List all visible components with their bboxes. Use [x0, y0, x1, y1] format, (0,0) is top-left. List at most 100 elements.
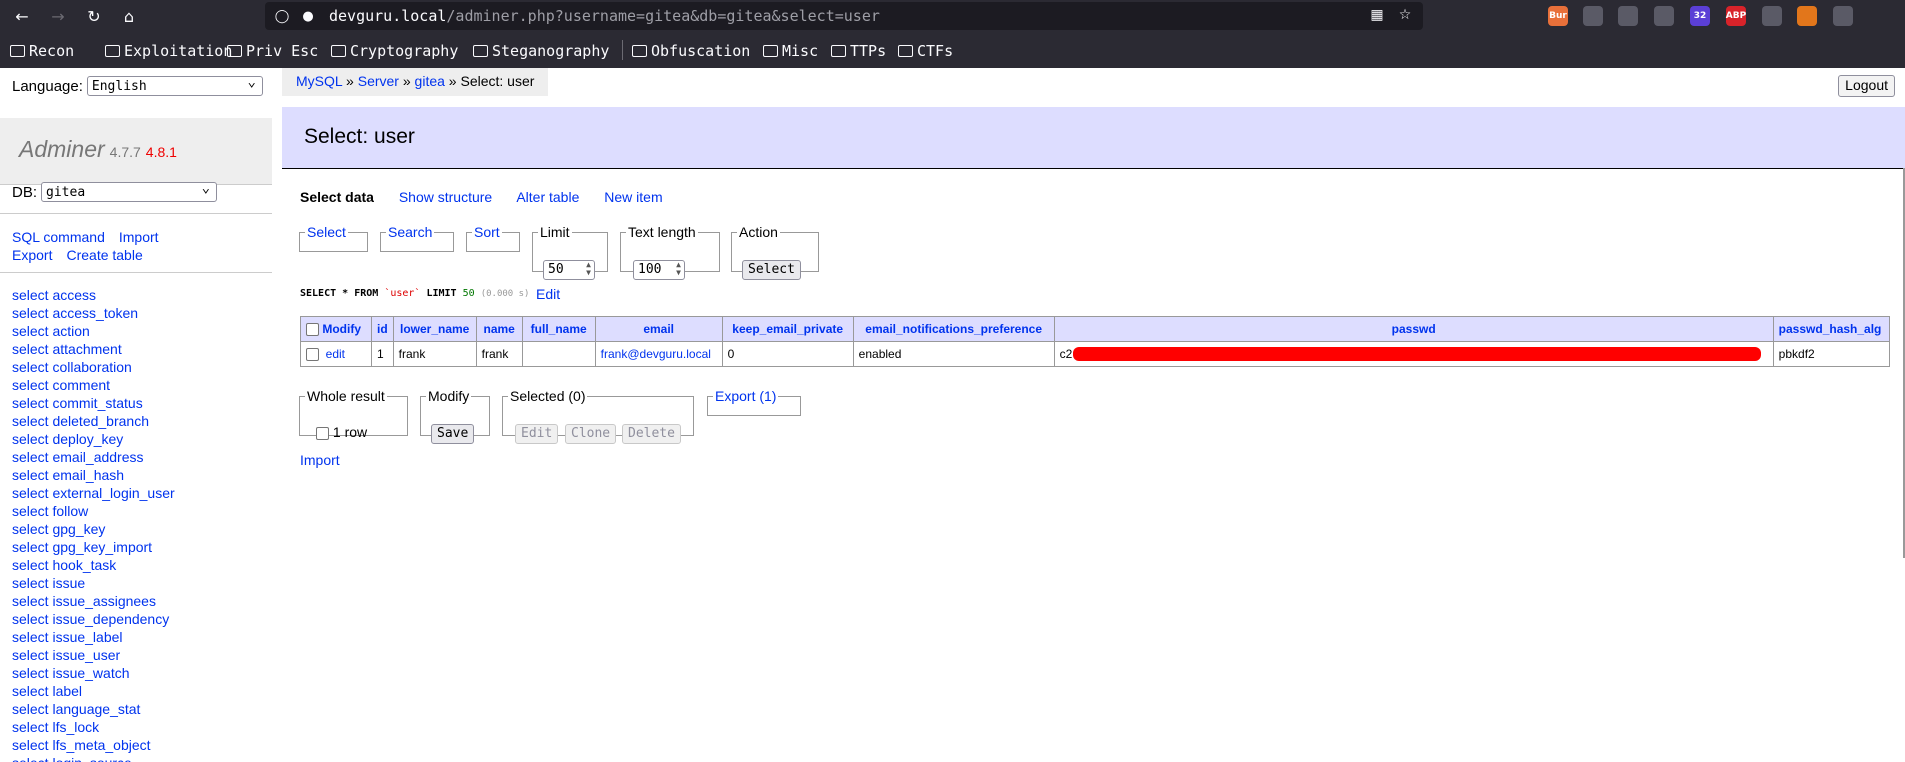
home-icon[interactable]: ⌂: [117, 4, 141, 28]
adblock-extension-icon[interactable]: ABP: [1726, 6, 1746, 26]
breadcrumb-mysql[interactable]: MySQL: [296, 73, 342, 89]
table-select-link[interactable]: select access_token: [12, 305, 138, 321]
table-select-link[interactable]: select comment: [12, 377, 110, 393]
table-select-link[interactable]: select gpg_key_import: [12, 539, 152, 555]
cell-passwd-hash-algo[interactable]: pbkdf2: [1772, 341, 1890, 367]
table-select-link[interactable]: select email_hash: [12, 467, 124, 483]
export-link[interactable]: Export (1): [715, 388, 776, 404]
back-icon[interactable]: ←: [10, 4, 34, 28]
column-header-link[interactable]: keep_email_private: [732, 322, 843, 336]
table-select-link[interactable]: select follow: [12, 503, 88, 519]
cell-lower-name[interactable]: frank: [392, 341, 477, 367]
create-table-link[interactable]: Create table: [66, 247, 142, 263]
column-header-link[interactable]: email: [643, 322, 674, 336]
clone-button[interactable]: Clone: [565, 424, 617, 444]
table-select-link[interactable]: select language_stat: [12, 701, 140, 717]
table-select-link[interactable]: select access: [12, 287, 96, 303]
table-select-link[interactable]: select deploy_key: [12, 431, 123, 447]
row-checkbox[interactable]: [306, 348, 319, 362]
select-button[interactable]: Select: [742, 260, 801, 280]
column-header[interactable]: email_notifications_preference: [852, 316, 1055, 342]
show-structure-link[interactable]: Show structure: [399, 189, 492, 205]
vpn-extension-icon[interactable]: 32: [1690, 6, 1710, 26]
sql-edit-link[interactable]: Edit: [536, 286, 560, 302]
bookmark-obfuscation[interactable]: Obfuscation: [632, 42, 750, 60]
bookmark-priv-esc[interactable]: Priv Esc: [227, 42, 318, 60]
table-select-link[interactable]: select login_source: [12, 755, 132, 762]
table-select-link[interactable]: select issue_user: [12, 647, 120, 663]
foxyproxy-extension-icon[interactable]: [1654, 6, 1674, 26]
column-header-link[interactable]: passwd_hash_alg: [1779, 322, 1882, 336]
breadcrumb-server[interactable]: Server: [358, 73, 399, 89]
breadcrumb-db[interactable]: gitea: [415, 73, 445, 89]
limit-input[interactable]: 50 ▲ ▼: [543, 260, 595, 280]
column-header[interactable]: name: [475, 316, 523, 342]
table-select-link[interactable]: select issue: [12, 575, 85, 591]
table-select-link[interactable]: select attachment: [12, 341, 122, 357]
burp-extension-icon[interactable]: Bur: [1548, 6, 1568, 26]
cell-email-notifications[interactable]: enabled: [852, 341, 1055, 367]
table-select-link[interactable]: select lfs_meta_object: [12, 737, 151, 753]
table-select-link[interactable]: select issue_dependency: [12, 611, 169, 627]
column-header-link[interactable]: full_name: [531, 322, 587, 336]
bookmark-steganography[interactable]: Steganography: [473, 42, 609, 60]
import-link[interactable]: Import: [119, 229, 159, 245]
alter-table-link[interactable]: Alter table: [516, 189, 579, 205]
spinner-icon[interactable]: ▲ ▼: [586, 261, 591, 277]
puzzle-extension-icon[interactable]: [1833, 6, 1853, 26]
table-select-link[interactable]: select deleted_branch: [12, 413, 149, 429]
table-select-link[interactable]: select issue_assignees: [12, 593, 156, 609]
wappalyzer-extension-icon[interactable]: [1618, 6, 1638, 26]
sort-link[interactable]: Sort: [474, 224, 500, 240]
bookmark-recon[interactable]: Recon: [10, 42, 74, 60]
bookmark-ttps[interactable]: TTPs: [831, 42, 886, 60]
table-select-link[interactable]: select issue_watch: [12, 665, 130, 681]
row-edit-link[interactable]: edit: [326, 347, 345, 361]
new-item-link[interactable]: New item: [604, 189, 662, 205]
bookmark-cryptography[interactable]: Cryptography: [331, 42, 458, 60]
column-header-link[interactable]: lower_name: [400, 322, 469, 336]
column-header[interactable]: keep_email_private: [721, 316, 854, 342]
edit-button[interactable]: Edit: [515, 424, 559, 444]
column-header[interactable]: email: [594, 316, 723, 342]
column-header[interactable]: id: [371, 316, 394, 342]
cell-id[interactable]: 1: [371, 341, 394, 367]
column-header[interactable]: full_name: [521, 316, 596, 342]
export-link[interactable]: Export: [12, 247, 52, 263]
url-text[interactable]: devguru.local/adminer.php?username=gitea…: [329, 7, 880, 25]
forward-icon[interactable]: →: [46, 4, 70, 28]
cell-name[interactable]: frank: [475, 341, 523, 367]
table-select-link[interactable]: select external_login_user: [12, 485, 175, 501]
bookmark-exploitation[interactable]: Exploitation: [105, 42, 232, 60]
db-select[interactable]: gitea: [41, 178, 218, 202]
column-header[interactable]: passwd: [1053, 316, 1774, 342]
save-button[interactable]: Save: [431, 424, 475, 444]
email-link[interactable]: frank@devguru.local: [601, 347, 711, 361]
table-select-link[interactable]: select gpg_key: [12, 521, 105, 537]
bookmark-ctfs[interactable]: CTFs: [898, 42, 953, 60]
extensions-menu-icon[interactable]: [1762, 6, 1782, 26]
column-header-link[interactable]: passwd: [1392, 322, 1436, 336]
table-select-link[interactable]: select lfs_lock: [12, 719, 99, 735]
table-select-link[interactable]: select issue_label: [12, 629, 123, 645]
lock-icon[interactable]: ●: [299, 9, 317, 24]
table-select-link[interactable]: select hook_task: [12, 557, 116, 573]
language-select[interactable]: English: [86, 72, 263, 96]
column-header-link[interactable]: name: [483, 322, 514, 336]
table-select-link[interactable]: select collaboration: [12, 359, 132, 375]
import-link[interactable]: Import: [300, 452, 340, 468]
cookie-extension-icon[interactable]: [1583, 6, 1603, 26]
select-all-checkbox[interactable]: [306, 323, 319, 337]
table-select-link[interactable]: select commit_status: [12, 395, 143, 411]
text-length-input[interactable]: 100 ▲ ▼: [633, 260, 685, 280]
cell-passwd[interactable]: c2: [1053, 341, 1774, 367]
whole-result-checkbox[interactable]: [316, 426, 329, 440]
bookmark-star-icon[interactable]: ☆: [1396, 7, 1414, 25]
select-data-link[interactable]: Select data: [300, 189, 374, 205]
spinner-icon[interactable]: ▲ ▼: [676, 261, 681, 277]
search-link[interactable]: Search: [388, 224, 432, 240]
select-columns-link[interactable]: Select: [307, 224, 346, 240]
adminer-new-version-link[interactable]: 4.8.1: [146, 144, 177, 160]
metamask-extension-icon[interactable]: [1797, 6, 1817, 26]
cell-email[interactable]: frank@devguru.local: [594, 341, 723, 367]
